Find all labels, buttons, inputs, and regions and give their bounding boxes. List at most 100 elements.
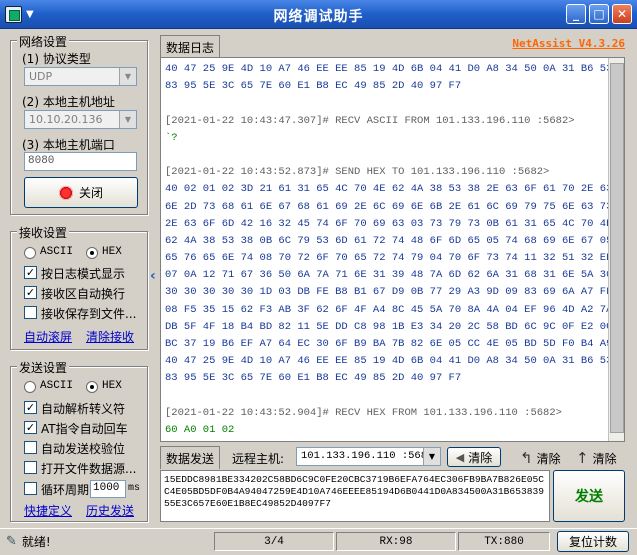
network-settings-label: 网络设置	[17, 33, 70, 50]
at-return-label: AT指令自动回车	[41, 422, 128, 436]
recv-ascii-radio[interactable]	[24, 247, 36, 259]
send-ascii-label: ASCII	[40, 380, 74, 392]
protocol-value: UDP	[29, 70, 53, 83]
send-ascii-radio[interactable]	[24, 381, 36, 393]
reset-count-button[interactable]: 复位计数	[557, 531, 629, 552]
local-port-label: (3) 本地主机端口	[22, 138, 115, 152]
title-bar[interactable]: ▼ 网络调试助手 _ □ ✕	[0, 0, 637, 29]
tab-data-send[interactable]: 数据发送	[160, 446, 221, 469]
log-scrollbar[interactable]	[608, 58, 624, 441]
log-line: 62 4A 38 53 38 0B 6C 79 53 6D 61 72 74 4…	[165, 234, 613, 247]
at-return-checkbox[interactable]: ✓	[24, 421, 37, 434]
maximize-icon: □	[593, 7, 605, 21]
auto-wrap-checkbox[interactable]: ✓	[24, 286, 37, 299]
local-ip-select[interactable]: 10.10.20.136 ▼	[24, 110, 137, 129]
log-line: [2021-01-22 10:43:52.904]# RECV HEX FROM…	[165, 406, 562, 419]
chevron-down-icon: ▼	[423, 448, 440, 465]
log-line: 60 A0 01 02	[165, 423, 235, 436]
log-line: 07 0A 12 71 67 36 50 6A 7A 71 6E 31 39 4…	[165, 269, 613, 282]
minimize-icon: _	[573, 7, 579, 21]
send-settings-label: 发送设置	[17, 359, 70, 376]
auto-wrap-label: 接收区自动换行	[41, 287, 126, 301]
local-port-input[interactable]: 8080	[24, 152, 137, 171]
tab-data-log[interactable]: 数据日志	[160, 35, 221, 57]
remote-host-select[interactable]: 101.133.196.110 :5682 ▼	[296, 447, 441, 466]
clear-send-button[interactable]: ↰ 清除	[520, 449, 561, 467]
auto-parse-checkbox[interactable]: ✓	[24, 401, 37, 414]
status-pages: 3/4	[214, 532, 334, 551]
window-title: 网络调试助手	[273, 9, 364, 25]
cycle-unit: ms	[128, 483, 141, 494]
log-line: 08 F5 35 15 62 F3 AB 3F 62 6F 4F A4 8C 4…	[165, 303, 613, 316]
log-line: 40 47 25 9E 4D 10 A7 46 EE EE 85 19 4D 6…	[165, 63, 613, 75]
edit-icon: ✎	[6, 534, 17, 549]
open-file-label: 打开文件数据源...	[41, 462, 137, 476]
clear-all-label: 清除	[592, 451, 617, 466]
chevron-down-icon: ▼	[119, 68, 136, 85]
collapse-panel-icon[interactable]: ‹	[150, 268, 156, 284]
brand-link[interactable]: NetAssist V4.3.26	[512, 37, 625, 50]
close-window-button[interactable]: ✕	[612, 4, 632, 24]
clear-receive-link[interactable]: 清除接收	[86, 328, 134, 345]
log-text: 40 47 25 9E 4D 10 A7 46 EE EE 85 19 4D 6…	[165, 61, 613, 439]
local-ip-label: (2) 本地主机地址	[22, 95, 115, 109]
log-line: 83 95 5E 3C 65 7E 60 E1 B8 EC 49 85 2D 4…	[165, 372, 462, 385]
receive-settings-label: 接收设置	[17, 224, 70, 241]
auto-checksum-label: 自动发送校验位	[41, 442, 126, 456]
close-connection-button[interactable]: 关闭	[24, 177, 138, 208]
shortcut-define-link[interactable]: 快捷定义	[24, 502, 72, 519]
maximize-button[interactable]: □	[589, 4, 609, 24]
undo-arrow-icon: ↰	[520, 449, 533, 467]
clear-remote-button[interactable]: ◀ 清除	[447, 447, 501, 467]
protocol-label: (1) 协议类型	[22, 52, 91, 66]
up-arrow-icon: ↑	[576, 449, 589, 467]
log-line: [2021-01-22 10:43:47.307]# RECV ASCII FR…	[165, 114, 575, 127]
clear-remote-label: 清除	[468, 450, 493, 465]
recv-ascii-label: ASCII	[40, 246, 74, 258]
protocol-select[interactable]: UDP ▼	[24, 67, 137, 86]
log-line: 40 47 25 9E 4D 10 A7 46 EE EE 85 19 4D 6…	[165, 355, 613, 368]
recv-hex-radio[interactable]	[86, 247, 98, 259]
log-line: [2021-01-22 10:43:52.873]# SEND HEX TO 1…	[165, 166, 550, 179]
remote-host-value: 101.133.196.110 :5682	[301, 450, 434, 462]
cycle-label: 循环周期	[41, 483, 90, 497]
local-ip-value: 10.10.20.136	[29, 113, 103, 126]
data-log-panel[interactable]: 40 47 25 9E 4D 10 A7 46 EE EE 85 19 4D 6…	[160, 57, 625, 442]
cycle-checkbox[interactable]	[24, 482, 37, 495]
log-line: `?	[165, 131, 178, 144]
log-line: 6E 2D 73 68 61 6E 67 68 61 69 2E 6C 69 6…	[165, 200, 613, 213]
send-button[interactable]: 发送	[553, 470, 625, 522]
open-file-checkbox[interactable]	[24, 461, 37, 474]
send-history-link[interactable]: 历史发送	[86, 502, 134, 519]
close-button-label: 关闭	[78, 186, 103, 200]
eraser-icon: ◀	[455, 450, 465, 464]
auto-parse-label: 自动解析转义符	[41, 402, 126, 416]
status-rx: RX:98	[336, 532, 456, 551]
clear-all-button[interactable]: ↑ 清除	[576, 449, 617, 467]
scroll-thumb[interactable]	[610, 63, 624, 433]
log-line: 2E 63 6F 6D 42 16 32 45 74 6F 70 69 63 0…	[165, 217, 613, 230]
save-to-file-checkbox[interactable]	[24, 306, 37, 319]
close-icon: ✕	[616, 7, 628, 21]
cycle-period-input[interactable]: 1000	[90, 480, 126, 498]
log-mode-label: 按日志模式显示	[41, 267, 126, 281]
send-data-input[interactable]: 15EDDC8981BE334202C58BD6C9C0FE20CBC3719B…	[160, 470, 550, 522]
log-mode-checkbox[interactable]: ✓	[24, 266, 37, 279]
status-tx: TX:880	[458, 532, 550, 551]
chevron-down-icon: ▼	[119, 111, 136, 128]
log-line: DB 5F 4F 18 B4 BD 82 11 5E DD C8 98 1B E…	[165, 320, 613, 333]
clear-send-label: 清除	[536, 451, 561, 466]
remote-host-label: 远程主机:	[232, 452, 285, 466]
send-hex-radio[interactable]	[86, 381, 98, 393]
log-line: 83 95 5E 3C 65 7E 60 E1 B8 EC 49 85 2D 4…	[165, 80, 462, 93]
minimize-button[interactable]: _	[566, 4, 586, 24]
log-line: 40 02 01 02 3D 21 61 31 65 4C 70 4E 62 4…	[165, 183, 613, 196]
recv-hex-label: HEX	[102, 246, 122, 258]
auto-scroll-link[interactable]: 自动滚屏	[24, 328, 72, 345]
record-icon	[58, 185, 73, 200]
save-to-file-label: 接收保存到文件...	[41, 307, 137, 321]
auto-checksum-checkbox[interactable]	[24, 441, 37, 454]
